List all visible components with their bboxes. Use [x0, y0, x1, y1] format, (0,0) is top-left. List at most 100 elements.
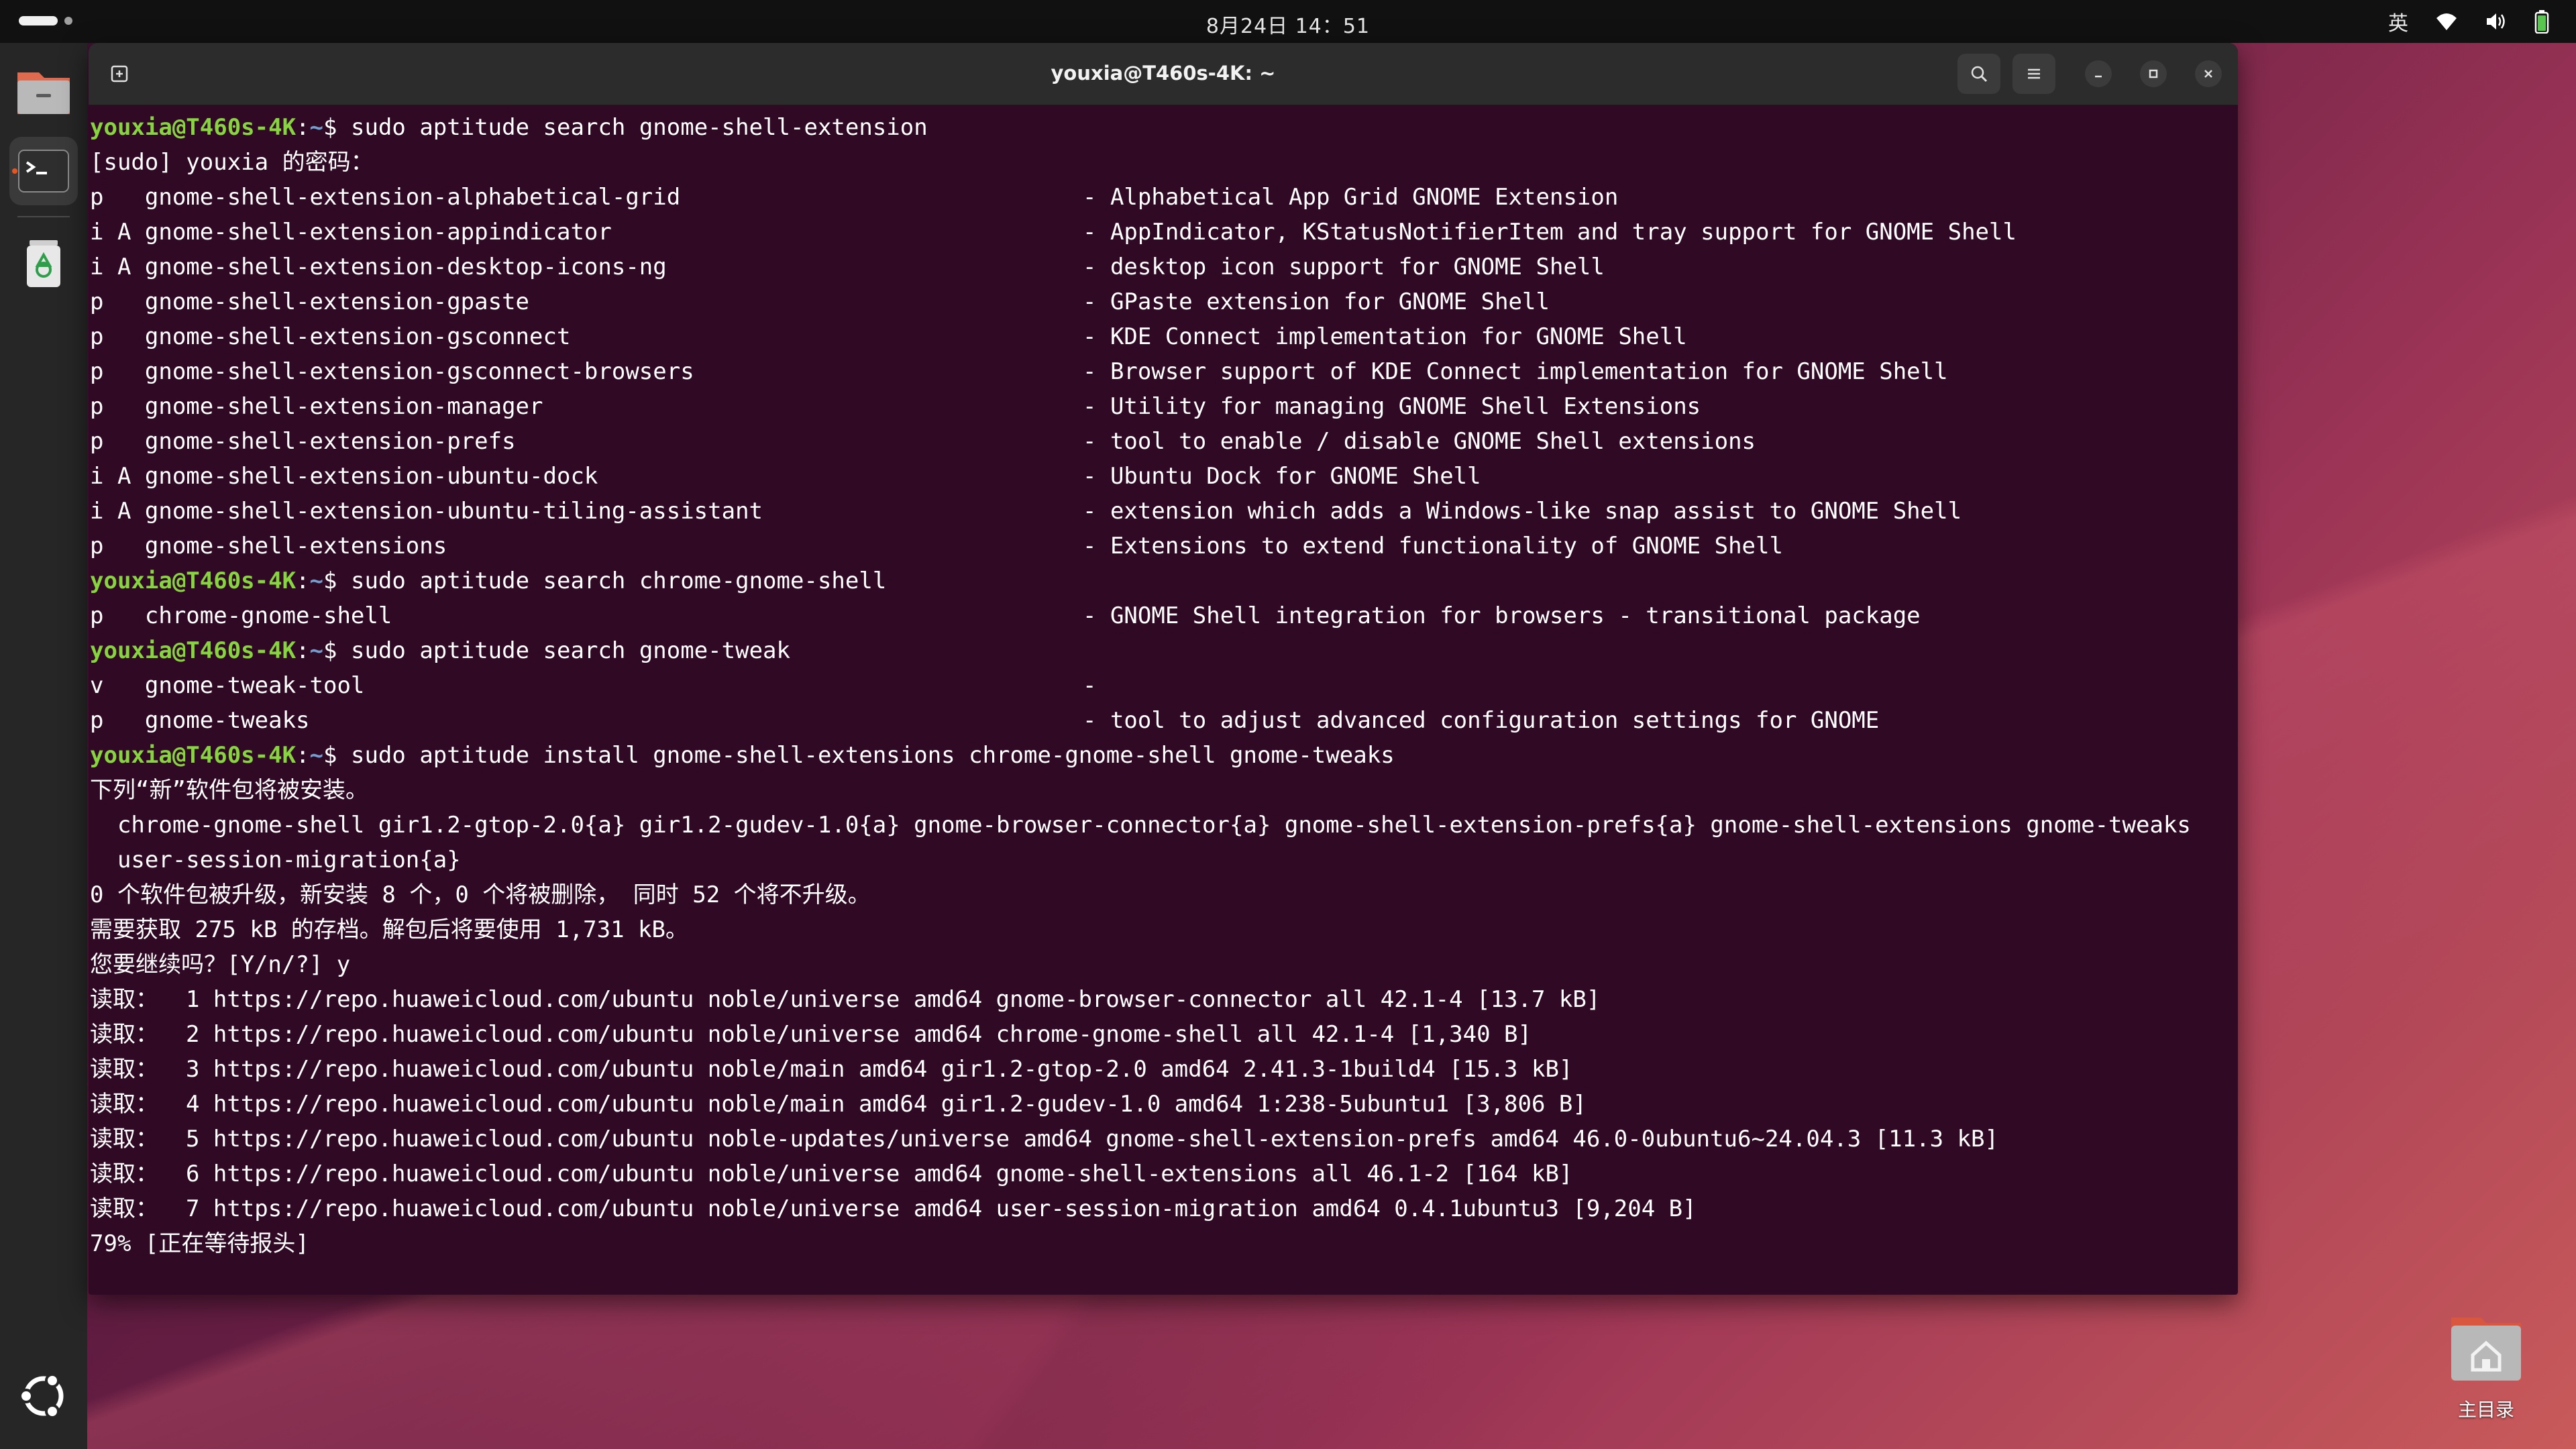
ubuntu-logo-icon — [19, 1373, 64, 1419]
maximize-icon — [2149, 69, 2158, 78]
terminal-line: 79% [正在等待报头] — [90, 1226, 2238, 1261]
volume-icon[interactable] — [2485, 11, 2508, 32]
menu-button[interactable] — [2012, 54, 2055, 94]
battery-icon[interactable] — [2534, 9, 2549, 34]
output-text: 0 个软件包被升级，新安装 8 个，0 个将被删除， 同时 52 个将不升级。 — [90, 881, 871, 908]
terminal-line: p gnome-shell-extension-gsconnect-browse… — [90, 354, 2238, 389]
prompt-separator: : — [296, 742, 310, 769]
terminal-line: 读取： 4 https://repo.huaweicloud.com/ubunt… — [90, 1087, 2238, 1122]
dock-files[interactable] — [9, 58, 78, 126]
prompt-path: ~ — [309, 114, 324, 141]
package-description: - Browser support of KDE Connect impleme… — [1083, 358, 1948, 385]
terminal-line: 需要获取 275 kB 的存档。解包后将要使用 1,731 kB。 — [90, 912, 2238, 947]
terminal-line: p gnome-tweaks - tool to adjust advanced … — [90, 703, 2238, 738]
output-text: 需要获取 275 kB 的存档。解包后将要使用 1,731 kB。 — [90, 916, 688, 943]
command-text: sudo aptitude search gnome-shell-extensi… — [350, 114, 928, 141]
terminal-line: p gnome-shell-extension-gpaste - GPaste e… — [90, 284, 2238, 319]
package-name: p gnome-shell-extension-gpaste — [90, 288, 530, 315]
close-button[interactable] — [2195, 60, 2222, 87]
terminal-line: p gnome-shell-extension-manager - Utility… — [90, 389, 2238, 424]
package-description: - GPaste extension for GNOME Shell — [1083, 288, 1550, 315]
prompt-path: ~ — [309, 742, 324, 769]
prompt-symbol: $ — [323, 114, 351, 141]
dock-separator — [17, 216, 70, 217]
prompt-path: ~ — [309, 637, 324, 664]
package-description: - Utility for managing GNOME Shell Exten… — [1083, 393, 1701, 420]
output-text: 读取： 5 https://repo.huaweicloud.com/ubunt… — [90, 1126, 1998, 1152]
package-description: - AppIndicator, KStatusNotifierItem and … — [1083, 219, 2017, 246]
prompt-user: youxia@T460s-4K — [90, 637, 297, 664]
maximize-button[interactable] — [2140, 60, 2167, 87]
terminal-line: v gnome-tweak-tool - — [90, 668, 2238, 703]
terminal-line: i A gnome-shell-extension-desktop-icons-… — [90, 250, 2238, 284]
output-text: chrome-gnome-shell gir1.2-gtop-2.0{a} gi… — [90, 812, 2191, 839]
prompt-user: youxia@T460s-4K — [90, 742, 297, 769]
show-apps-button[interactable] — [9, 1362, 78, 1430]
package-name: i A gnome-shell-extension-ubuntu-dock — [90, 463, 598, 490]
files-icon — [17, 72, 70, 114]
dock-terminal[interactable] — [9, 137, 78, 205]
terminal-line: chrome-gnome-shell gir1.2-gtop-2.0{a} gi… — [90, 808, 2238, 843]
command-text: sudo aptitude search chrome-gnome-shell — [350, 568, 887, 594]
terminal-line: 0 个软件包被升级，新安装 8 个，0 个将被删除， 同时 52 个将不升级。 — [90, 877, 2238, 912]
output-text: [sudo] youxia 的密码： — [90, 149, 374, 176]
package-description: - Extensions to extend functionality of … — [1083, 533, 1783, 559]
package-name: i A gnome-shell-extension-desktop-icons-… — [90, 254, 667, 280]
clock[interactable]: 8月24日 14：51 — [0, 9, 2576, 39]
prompt-separator: : — [296, 637, 310, 664]
terminal-line: i A gnome-shell-extension-appindicator - … — [90, 215, 2238, 250]
desktop-home-folder[interactable]: 主目录 — [2442, 1308, 2530, 1429]
output-text: 下列“新”软件包将被安装。 — [90, 777, 368, 804]
package-name: p gnome-tweaks — [90, 707, 310, 734]
prompt-user: youxia@T460s-4K — [90, 568, 297, 594]
minimize-icon — [2095, 75, 2102, 78]
package-name: p gnome-shell-extension-prefs — [90, 428, 516, 455]
output-text: user-session-migration{a} — [90, 847, 461, 873]
menu-icon — [2028, 68, 2040, 79]
package-name: p gnome-shell-extension-manager — [90, 393, 543, 420]
terminal-prompt-line: youxia@T460s-4K:~$ sudo aptitude search … — [90, 110, 2238, 145]
dock-trash[interactable] — [9, 229, 78, 298]
command-text: sudo aptitude search gnome-tweak — [350, 637, 790, 664]
search-button[interactable] — [1957, 54, 2000, 94]
dock — [0, 43, 87, 1449]
output-text: 读取： 2 https://repo.huaweicloud.com/ubunt… — [90, 1021, 1532, 1048]
terminal-line: p gnome-shell-extension-prefs - tool to e… — [90, 424, 2238, 459]
terminal-line: 读取： 1 https://repo.huaweicloud.com/ubunt… — [90, 982, 2238, 1017]
output-text: 读取： 4 https://repo.huaweicloud.com/ubunt… — [90, 1091, 1587, 1118]
output-text: 读取： 3 https://repo.huaweicloud.com/ubunt… — [90, 1056, 1573, 1083]
prompt-symbol: $ — [323, 568, 351, 594]
prompt-separator: : — [296, 568, 310, 594]
terminal-window: youxia@T460s-4K: ~ youxia@T460s-4K:~$ su… — [89, 43, 2238, 1295]
output-text: 79% [正在等待报头] — [90, 1230, 309, 1257]
terminal-line: p gnome-shell-extension-alphabetical-gri… — [90, 180, 2238, 215]
package-description: - desktop icon support for GNOME Shell — [1083, 254, 1605, 280]
terminal-output[interactable]: youxia@T460s-4K:~$ sudo aptitude search … — [90, 110, 2238, 1295]
output-text: 您要继续吗？[Y/n/?] y — [90, 951, 351, 978]
prompt-symbol: $ — [323, 637, 351, 664]
package-description: - tool to adjust advanced configuration … — [1083, 707, 1880, 734]
running-indicator — [12, 168, 17, 174]
window-headerbar[interactable]: youxia@T460s-4K: ~ — [89, 43, 2238, 105]
command-text: sudo aptitude install gnome-shell-extens… — [350, 742, 1395, 769]
top-bar: 8月24日 14：51 英 — [0, 0, 2576, 43]
home-folder-label: 主目录 — [2457, 1399, 2514, 1421]
terminal-line: p gnome-shell-extension-gsconnect - KDE C… — [90, 319, 2238, 354]
prompt-symbol: $ — [323, 742, 351, 769]
terminal-line: 读取： 3 https://repo.huaweicloud.com/ubunt… — [90, 1052, 2238, 1087]
prompt-separator: : — [296, 114, 310, 141]
minimize-button[interactable] — [2085, 60, 2112, 87]
package-description: - GNOME Shell integration for browsers -… — [1083, 602, 1921, 629]
package-name: p gnome-shell-extension-gsconnect — [90, 323, 571, 350]
wifi-icon[interactable] — [2435, 11, 2458, 32]
window-title: youxia@T460s-4K: ~ — [1051, 62, 1276, 85]
terminal-line: 读取： 6 https://repo.huaweicloud.com/ubunt… — [90, 1157, 2238, 1191]
terminal-line: 读取： 7 https://repo.huaweicloud.com/ubunt… — [90, 1191, 2238, 1226]
package-description: - tool to enable / disable GNOME Shell e… — [1083, 428, 1756, 455]
output-text: 读取： 6 https://repo.huaweicloud.com/ubunt… — [90, 1161, 1573, 1187]
system-tray[interactable]: 英 — [2388, 7, 2549, 36]
input-method-indicator[interactable]: 英 — [2388, 7, 2408, 36]
terminal-line: p chrome-gnome-shell - GNOME Shell integr… — [90, 598, 2238, 633]
terminal-line: i A gnome-shell-extension-ubuntu-dock - U… — [90, 459, 2238, 494]
home-folder-icon — [2451, 1318, 2521, 1381]
